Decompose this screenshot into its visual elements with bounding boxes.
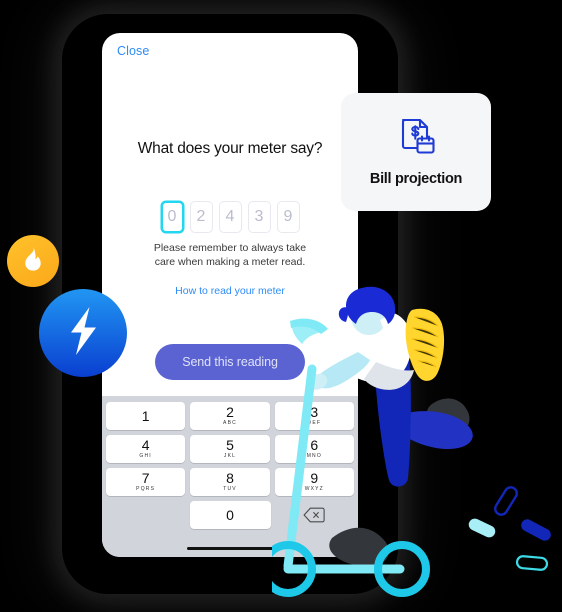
keypad-key-0[interactable]: 0 [189, 501, 271, 529]
meter-digit-3[interactable]: 3 [247, 201, 271, 233]
gas-badge[interactable] [7, 235, 59, 287]
flame-icon [22, 246, 44, 277]
keypad-key-8-letters: TUV [223, 485, 237, 492]
home-indicator [187, 547, 273, 550]
meter-digit-0[interactable]: 0 [160, 201, 184, 233]
person-riding-scooter-illustration [260, 286, 562, 607]
keypad-key-1-label: 1 [141, 408, 150, 424]
keypad-key-8[interactable]: 8 TUV [190, 468, 270, 496]
keypad-key-7-label: 7 [141, 470, 150, 487]
keypad-key-5-letters: JKL [223, 452, 237, 459]
screenshot-stage: Close What does your meter say? 02439 Pl… [0, 0, 562, 607]
keypad-key-5[interactable]: 5 JKL [190, 435, 270, 463]
note-line-2: care when making a meter read. [154, 256, 306, 268]
lightning-bolt-icon [62, 305, 104, 362]
keypad-key-2[interactable]: 2 ABC [190, 402, 270, 430]
keypad-key-2-letters: ABC [223, 419, 237, 426]
keypad-key-4-letters: GHI [139, 452, 152, 459]
keypad-key-4[interactable]: 4 GHI [106, 435, 186, 463]
meter-digit-1[interactable]: 2 [189, 201, 213, 233]
bill-projection-label: Bill projection [369, 171, 463, 187]
keypad-key-7[interactable]: 7 PQRS [106, 468, 186, 496]
bill-projection-card[interactable]: Bill projection [341, 93, 491, 211]
keypad-key-7-letters: PQRS [136, 485, 156, 492]
meter-reading-input[interactable]: 02439 [102, 201, 358, 233]
bill-projection-icon [395, 117, 437, 162]
meter-digit-4[interactable]: 9 [276, 201, 300, 233]
meter-digit-2[interactable]: 4 [218, 201, 242, 233]
keypad-key-0-label: 0 [226, 507, 234, 523]
electricity-badge[interactable] [39, 289, 127, 377]
keypad-key-2-label: 2 [226, 404, 234, 421]
keypad-key-4-label: 4 [141, 437, 150, 454]
close-button[interactable]: Close [117, 44, 149, 58]
page-title: What does your meter say? [137, 140, 323, 157]
keypad-key-8-label: 8 [226, 470, 234, 487]
keypad-key-1[interactable]: 1 [106, 402, 186, 430]
note-line-1: Please remember to always take [153, 242, 307, 254]
meter-read-note: Please remember to always take care when… [102, 241, 358, 269]
keypad-key-5-label: 5 [226, 437, 234, 454]
